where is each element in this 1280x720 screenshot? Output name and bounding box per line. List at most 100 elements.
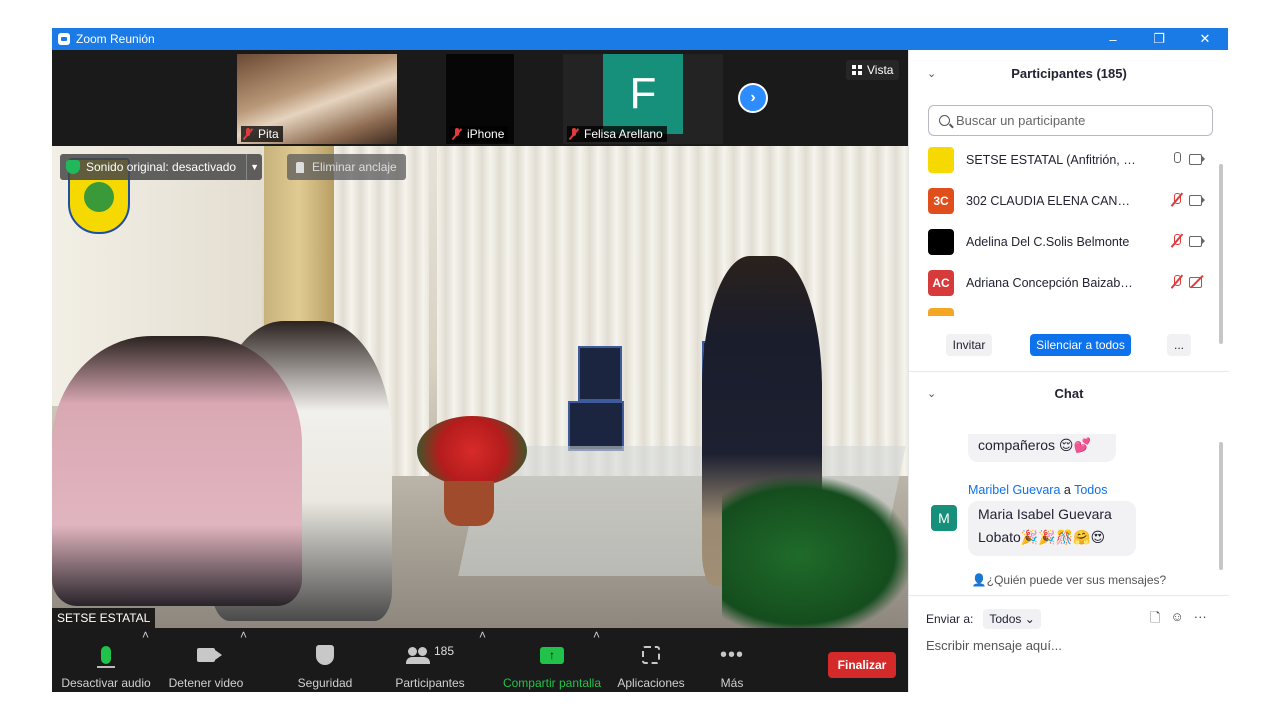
video-options-chevron[interactable]: ˄: [240, 628, 247, 642]
camera-icon: [197, 648, 222, 662]
emoji-icon[interactable]: ☺: [1170, 609, 1183, 631]
camera-icon[interactable]: [1189, 233, 1205, 249]
share-options-chevron[interactable]: ˄: [593, 628, 600, 642]
meeting-toolbar: Desactivar audio ˄ Detener video ˄ Segur…: [52, 628, 908, 692]
chat-header: ⌄ Chat: [909, 373, 1229, 413]
participant-row[interactable]: 3C 302 CLAUDIA ELENA CANALES DE LA FUENT…: [909, 180, 1209, 221]
mute-all-button[interactable]: Silenciar a todos: [1030, 334, 1131, 356]
participant-row[interactable]: SETSE ESTATAL (Anfitrión, yo): [909, 139, 1209, 180]
side-panel: ⌄ Participantes (185) SETSE ESTATAL (Anf…: [908, 50, 1229, 692]
apps-button[interactable]: Aplicaciones: [615, 628, 687, 692]
original-sound-toggle[interactable]: Sonido original: desactivado ▼: [60, 154, 263, 180]
thumbnail-pita[interactable]: Pita: [237, 54, 397, 144]
video-scene: [578, 346, 622, 401]
mic-muted-icon: [569, 128, 579, 140]
microphone-icon: [97, 646, 115, 668]
chat-message: Maria Isabel Guevara Lobato🎉🎉🎊🤗😍: [968, 501, 1136, 556]
participants-more-button[interactable]: ...: [1167, 334, 1191, 356]
security-button[interactable]: Seguridad: [292, 628, 358, 692]
microphone-muted-icon[interactable]: [1169, 274, 1185, 290]
camera-icon[interactable]: [1189, 151, 1205, 167]
divider: [909, 371, 1229, 372]
mute-button[interactable]: Desactivar audio: [61, 628, 151, 692]
thumbnail-felisa-arellano[interactable]: F Felisa Arellano: [563, 54, 723, 144]
speaker-name-label: SETSE ESTATAL: [52, 608, 156, 628]
chat-scrollbar[interactable]: [1219, 442, 1223, 570]
mic-muted-icon: [452, 128, 462, 140]
thumbnail-strip: Pita iPhone F Felisa Arellano › Vista: [52, 50, 908, 146]
thumbnail-name: Felisa Arellano: [567, 126, 667, 142]
microphone-muted-icon[interactable]: [1169, 192, 1185, 208]
restore-button[interactable]: ❐: [1136, 28, 1182, 50]
window-controls: – ❐ ✕: [1090, 28, 1228, 50]
microphone-muted-icon[interactable]: [1169, 233, 1185, 249]
chat-title: Chat: [1054, 385, 1084, 401]
avatar: M: [931, 505, 957, 531]
video-scene: [444, 481, 494, 526]
participants-header: ⌄ Participantes (185): [909, 53, 1229, 93]
avatar: AC: [928, 269, 954, 296]
window-title: Zoom Reunión: [76, 32, 155, 46]
microphone-icon[interactable]: [1169, 151, 1185, 167]
end-meeting-button[interactable]: Finalizar: [828, 652, 896, 678]
close-button[interactable]: ✕: [1182, 28, 1228, 50]
avatar: 3C: [928, 187, 954, 214]
thumbnail-iphone[interactable]: iPhone: [446, 54, 514, 144]
zoom-logo-icon: [58, 33, 70, 45]
avatar: [928, 308, 954, 316]
chat-sender-line: Maribel Guevara a Todos: [968, 483, 1108, 497]
video-stage: Pita iPhone F Felisa Arellano › Vista SE…: [52, 50, 908, 628]
file-icon[interactable]: 🗋: [1150, 609, 1160, 631]
participants-icon: [405, 647, 430, 664]
thumbnail-name: Pita: [241, 126, 283, 142]
more-icon: •••: [719, 644, 744, 666]
divider: [909, 595, 1229, 596]
zoom-window: Zoom Reunión – ❐ ✕ Pita iPhone F Felisa …: [52, 28, 1229, 692]
participants-count: 185: [433, 644, 455, 658]
camera-off-icon[interactable]: [1189, 274, 1205, 290]
participant-search[interactable]: [928, 105, 1213, 136]
more-button[interactable]: ••• Más: [712, 628, 752, 692]
more-icon[interactable]: ···: [1194, 609, 1207, 631]
chevron-down-icon[interactable]: ⌄: [927, 387, 936, 400]
stop-video-button[interactable]: Detener video: [164, 628, 248, 692]
mic-muted-icon: [243, 128, 253, 140]
chat-input[interactable]: [926, 634, 1216, 656]
video-scene: [568, 401, 624, 451]
view-button[interactable]: Vista: [846, 60, 900, 80]
video-scene: [52, 336, 302, 606]
video-scene: [417, 416, 527, 486]
chat-sender[interactable]: Maribel Guevara: [968, 483, 1060, 497]
search-input[interactable]: [956, 113, 1196, 128]
avatar: [928, 228, 954, 255]
thumbnail-name: iPhone: [450, 126, 509, 142]
participants-title: Participantes (185): [1011, 65, 1127, 81]
camera-icon[interactable]: [1189, 192, 1205, 208]
main-video[interactable]: SETSE ESTATAL: [52, 146, 908, 628]
chat-message: compañeros 😌💕: [968, 434, 1116, 462]
unpin-button[interactable]: Eliminar anclaje: [287, 154, 406, 180]
chat-tools: 🗋 ☺ ···: [1150, 609, 1207, 631]
next-page-button[interactable]: ›: [738, 83, 768, 113]
avatar: F: [603, 54, 683, 134]
invite-button[interactable]: Invitar: [946, 334, 992, 356]
minimize-button[interactable]: –: [1090, 28, 1136, 50]
participant-row[interactable]: AC Adriana Concepción Baizabal Ibarra: [909, 262, 1209, 303]
grid-icon: [852, 65, 862, 75]
chevron-down-icon[interactable]: ⌄: [927, 67, 936, 80]
participants-button[interactable]: 185 Participantes: [392, 628, 468, 692]
participants-options-chevron[interactable]: ˄: [479, 628, 486, 642]
who-can-see-link[interactable]: 👤¿Quién puede ver sus mensajes?: [909, 573, 1229, 587]
participants-scrollbar[interactable]: [1219, 164, 1223, 344]
chevron-down-icon[interactable]: ▼: [246, 154, 262, 180]
chat-recipient[interactable]: Todos: [1074, 483, 1107, 497]
participant-row[interactable]: Adelina Del C.Solis Belmonte: [909, 221, 1209, 262]
video-scene: [722, 476, 908, 628]
pin-icon: [296, 161, 304, 173]
send-to-select[interactable]: Todos ⌄: [983, 609, 1041, 629]
share-screen-button[interactable]: ↑ Compartir pantalla: [500, 628, 604, 692]
audio-options-chevron[interactable]: ˄: [142, 628, 149, 642]
search-icon: [939, 115, 950, 126]
send-to-row: Enviar a: Todos ⌄: [926, 609, 1041, 629]
apps-icon: [642, 646, 660, 664]
